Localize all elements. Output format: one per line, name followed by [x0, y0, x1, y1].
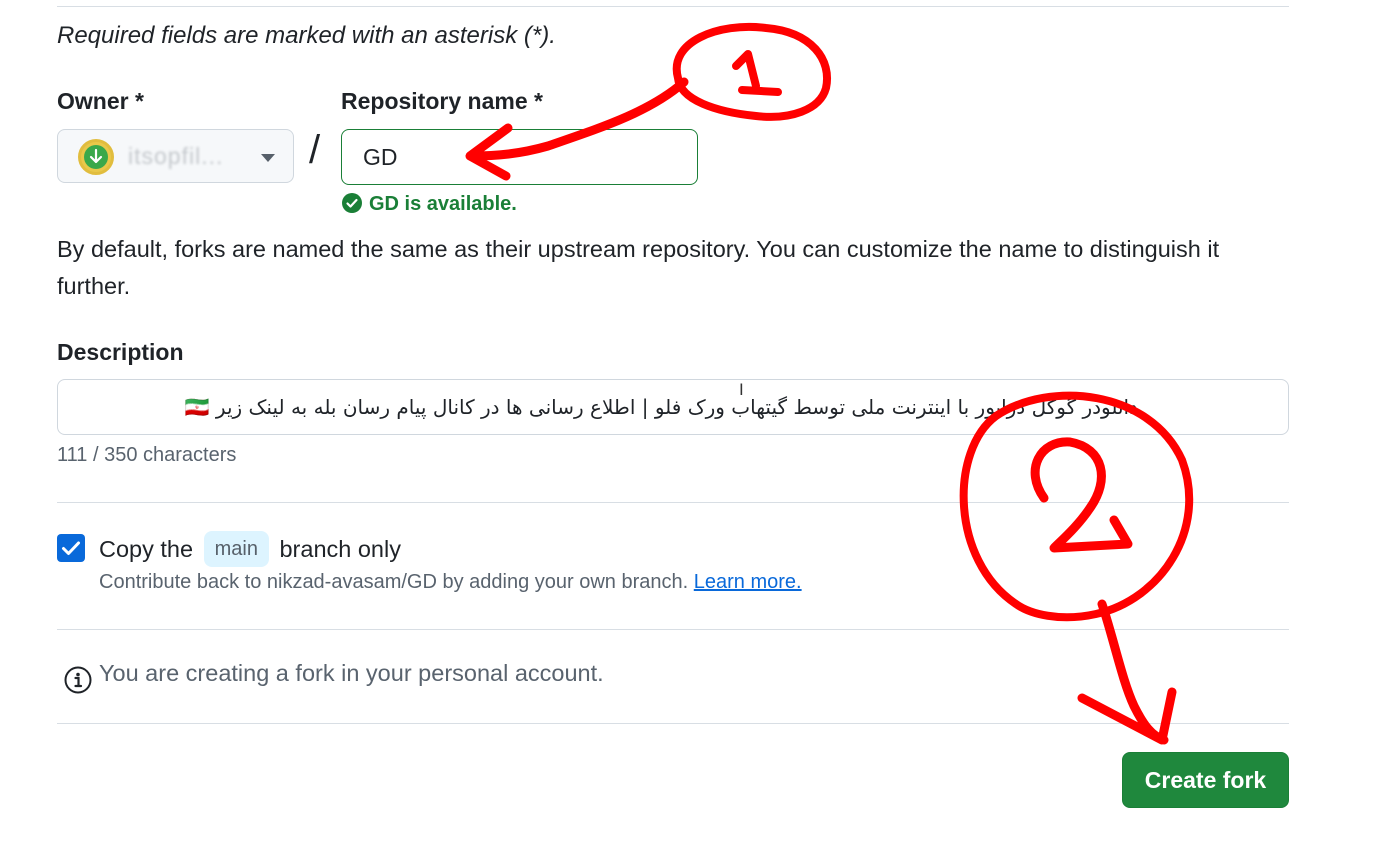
section-divider-1: [57, 502, 1289, 503]
owner-label: Owner *: [57, 88, 144, 114]
section-divider-2: [57, 629, 1289, 630]
check-circle-icon: [342, 192, 362, 213]
personal-account-info: You are creating a fork in your personal…: [99, 660, 604, 686]
description-char-count: 111 / 350 characters: [57, 444, 237, 466]
section-divider-3: [57, 723, 1289, 724]
owner-avatar: [78, 139, 114, 175]
annotation-arrow-2: [1077, 599, 1177, 745]
contribute-note: Contribute back to nikzad-avasam/GD by a…: [99, 571, 802, 594]
repo-name-help-text: By default, forks are named the same as …: [57, 236, 1220, 299]
copy-suffix: branch only: [279, 536, 401, 562]
description-label: Description: [57, 339, 184, 365]
download-icon: [84, 145, 108, 169]
repository-name-input[interactable]: [341, 129, 698, 185]
copy-branch-label[interactable]: Copy the main branch only: [99, 531, 401, 567]
copy-main-branch-checkbox[interactable]: [57, 534, 85, 562]
copy-prefix: Copy the: [99, 536, 194, 562]
info-icon: [64, 666, 92, 699]
branch-name-badge: main: [203, 531, 269, 567]
learn-more-link[interactable]: Learn more.: [694, 571, 802, 593]
owner-repo-separator: /: [309, 128, 321, 172]
annotation-circle-1: [672, 23, 831, 121]
annotation-digit-1: [732, 50, 782, 96]
repo-availability-status: GD is available.: [341, 192, 517, 216]
create-fork-button[interactable]: Create fork: [1122, 752, 1289, 808]
checkmark-icon: [62, 541, 80, 555]
annotation-digit-2: [1030, 437, 1133, 553]
owner-select[interactable]: itsopfil...: [57, 129, 294, 183]
chevron-down-icon: [261, 154, 275, 162]
required-fields-note: Required fields are marked with an aster…: [57, 22, 556, 49]
owner-name: itsopfil...: [128, 143, 224, 169]
contribute-text: Contribute back to nikzad-avasam/GD by a…: [99, 571, 689, 593]
repo-availability-text: GD is available.: [369, 193, 517, 215]
text-cursor-icon: I: [739, 380, 744, 399]
top-divider: [57, 6, 1289, 7]
repository-name-label: Repository name *: [341, 88, 543, 114]
description-input[interactable]: [57, 379, 1289, 435]
